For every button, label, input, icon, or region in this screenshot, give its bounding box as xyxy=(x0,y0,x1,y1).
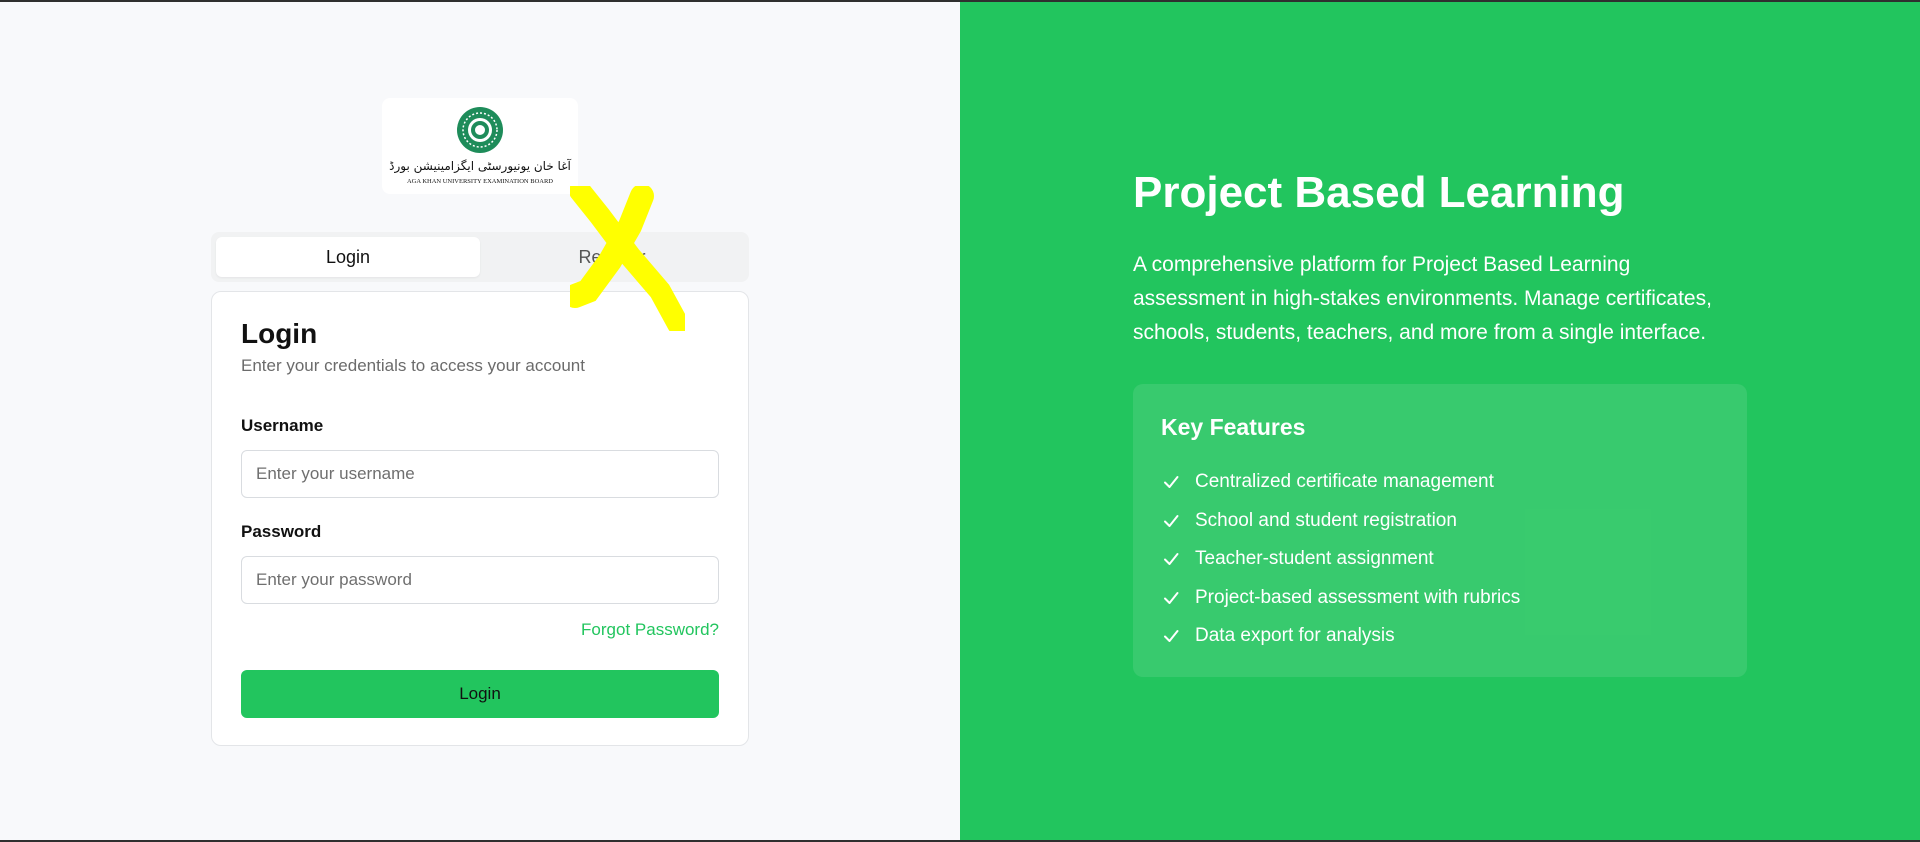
login-card-subtitle: Enter your credentials to access your ac… xyxy=(241,356,585,376)
check-icon xyxy=(1161,626,1181,646)
list-item: Teacher-student assignment xyxy=(1161,540,1719,579)
forgot-password-link[interactable]: Forgot Password? xyxy=(241,620,719,640)
list-item: Centralized certificate management xyxy=(1161,463,1719,502)
password-input[interactable] xyxy=(241,556,719,605)
feature-label: Project-based assessment with rubrics xyxy=(1195,586,1521,608)
username-label: Username xyxy=(241,416,324,436)
login-page: آغا خان یونیورسٹی ایگزامینیشن بورڈ AGA K… xyxy=(0,2,1920,840)
hero-description: A comprehensive platform for Project Bas… xyxy=(1133,253,1712,344)
aku-eb-logo: آغا خان یونیورسٹی ایگزامینیشن بورڈ AGA K… xyxy=(382,98,578,194)
feature-label: Teacher-student assignment xyxy=(1195,548,1434,570)
features-title: Key Features xyxy=(1161,414,1306,440)
feature-label: Data export for analysis xyxy=(1195,625,1395,647)
login-card: Login Enter your credentials to access y… xyxy=(211,291,749,746)
info-panel: Project Based Learning A comprehensive p… xyxy=(960,2,1920,840)
feature-label: School and student registration xyxy=(1195,509,1457,531)
auth-tabs: Login Register xyxy=(211,232,749,282)
hero-title: Project Based Learning xyxy=(1133,168,1625,217)
feature-label: Centralized certificate management xyxy=(1195,471,1494,493)
key-features-box: Key Features Centralized certificate man… xyxy=(1133,384,1747,677)
login-card-title: Login xyxy=(241,318,318,349)
emblem-icon: آغا خان یونیورسٹی ایگزامینیشن بورڈ AGA K… xyxy=(389,107,571,185)
check-icon xyxy=(1161,472,1181,492)
list-item: Project-based assessment with rubrics xyxy=(1161,579,1719,618)
auth-panel: آغا خان یونیورسٹی ایگزامینیشن بورڈ AGA K… xyxy=(0,2,960,840)
logo-urdu-text: آغا خان یونیورسٹی ایگزامینیشن بورڈ xyxy=(389,158,571,174)
tab-login[interactable]: Login xyxy=(216,237,480,277)
username-input[interactable] xyxy=(241,450,719,499)
password-label: Password xyxy=(241,522,322,542)
check-icon xyxy=(1161,511,1181,531)
login-submit-button[interactable]: Login xyxy=(241,670,719,719)
check-icon xyxy=(1161,588,1181,608)
features-list: Centralized certificate management Schoo… xyxy=(1161,463,1719,656)
logo-english-text: AGA KHAN UNIVERSITY EXAMINATION BOARD xyxy=(407,178,553,185)
tab-register[interactable]: Register xyxy=(480,237,744,277)
list-item: School and student registration xyxy=(1161,502,1719,541)
list-item: Data export for analysis xyxy=(1161,617,1719,656)
check-icon xyxy=(1161,549,1181,569)
